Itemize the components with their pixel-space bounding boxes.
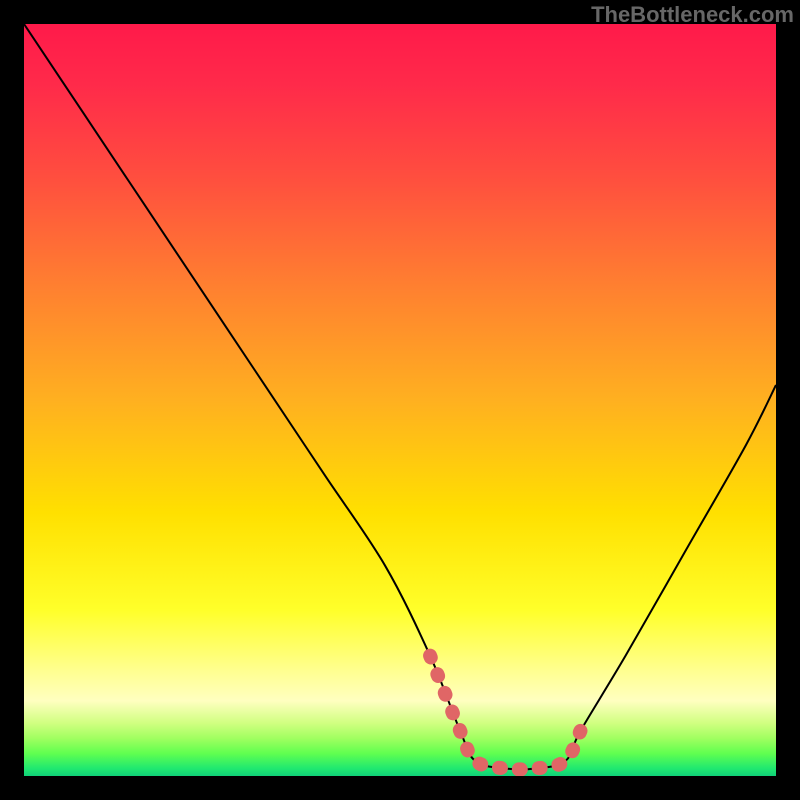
bottleneck-chart: TheBottleneck.com (0, 0, 800, 800)
bottleneck-curve (24, 24, 776, 769)
attribution-label: TheBottleneck.com (591, 2, 794, 28)
optimal-region-markers (430, 656, 580, 770)
plot-area (24, 24, 776, 776)
curve-layer (24, 24, 776, 776)
